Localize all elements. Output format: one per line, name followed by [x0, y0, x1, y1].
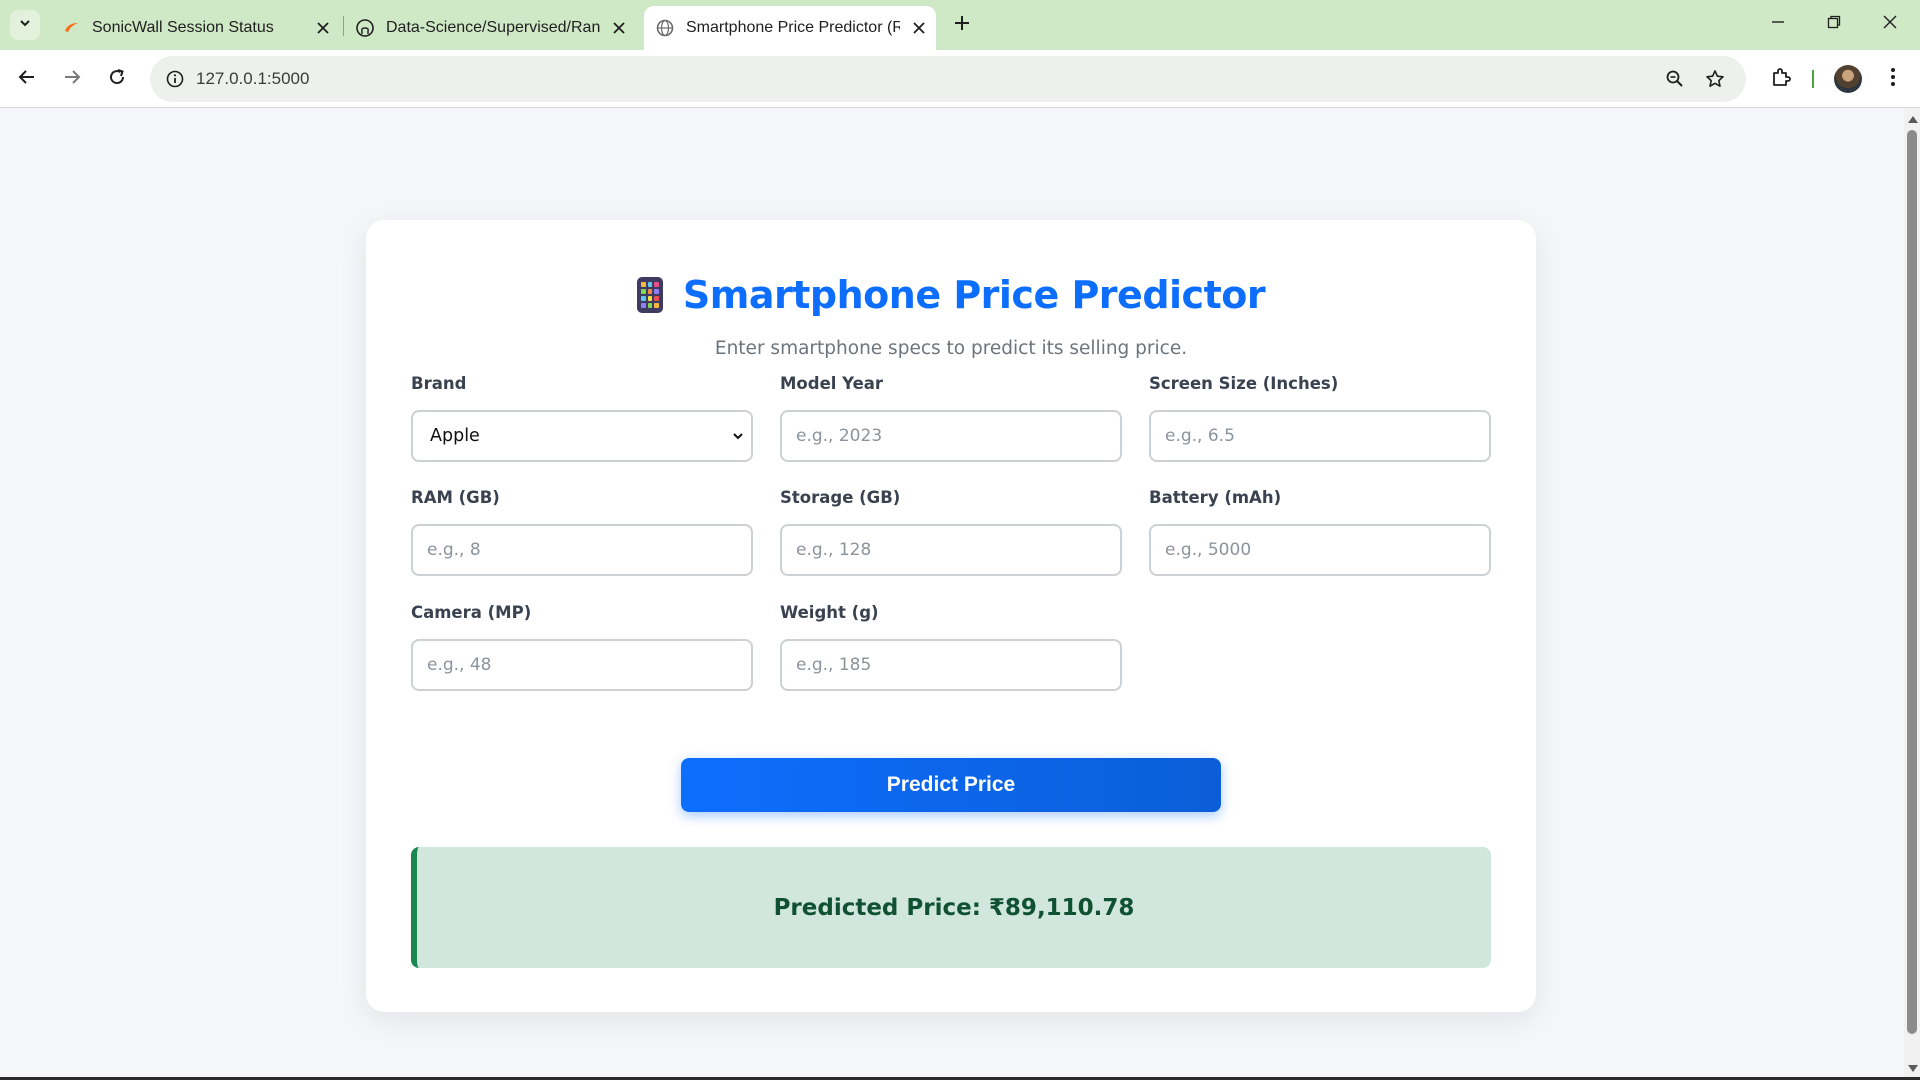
reload-button[interactable] [102, 64, 132, 94]
brand-field: Brand Apple [411, 374, 753, 462]
url-text[interactable]: 127.0.0.1:5000 [196, 69, 309, 89]
globe-icon [656, 19, 674, 37]
puzzle-icon [1770, 66, 1792, 93]
profile-avatar[interactable] [1834, 65, 1862, 93]
restore-icon [1827, 15, 1841, 34]
ram-field: RAM (GB) [411, 488, 753, 576]
browser-toolbar: 127.0.0.1:5000 [0, 50, 1920, 108]
tab-github[interactable]: Data-Science/Supervised/Rand… [356, 6, 630, 50]
back-button[interactable] [12, 64, 42, 94]
weight-field: Weight (g) [780, 603, 1122, 691]
camera-input[interactable] [413, 641, 751, 689]
menu-button[interactable] [1878, 64, 1908, 94]
tab-title: SonicWall Session Status [92, 19, 274, 36]
tab-title: Smartphone Price Predictor (Ri… [686, 19, 900, 36]
page-subtitle: Enter smartphone specs to predict its se… [714, 338, 1188, 359]
battery-label: Battery (mAh) [1149, 488, 1282, 507]
battery-input[interactable] [1151, 526, 1489, 574]
tab-separator [343, 16, 344, 36]
model-year-field: Model Year [780, 374, 1122, 462]
mobile-phone-icon [636, 277, 663, 313]
minimize-icon [1771, 15, 1785, 34]
arrow-left-icon [18, 68, 36, 91]
arrow-right-icon [63, 68, 81, 91]
screen-size-label: Screen Size (Inches) [1149, 374, 1339, 393]
camera-field: Camera (MP) [411, 603, 753, 691]
address-bar[interactable]: 127.0.0.1:5000 [150, 56, 1746, 102]
storage-label: Storage (GB) [780, 488, 901, 507]
brand-select[interactable]: Apple [411, 410, 753, 462]
tab-smartphone-predictor[interactable]: Smartphone Price Predictor (Ri… [644, 6, 936, 50]
predicted-price-text: Predicted Price: ₹89,110.78 [773, 894, 1135, 921]
scroll-thumb[interactable] [1907, 130, 1917, 1034]
toolbar-divider [1812, 70, 1814, 88]
tab-title: Data-Science/Supervised/Rand… [386, 19, 600, 36]
sonicwall-icon [62, 19, 80, 37]
close-icon [1883, 15, 1897, 34]
vertical-scrollbar[interactable] [1904, 108, 1920, 1078]
minimize-button[interactable] [1760, 8, 1796, 40]
storage-input[interactable] [782, 526, 1120, 574]
storage-field: Storage (GB) [780, 488, 1122, 576]
camera-label: Camera (MP) [411, 603, 532, 622]
ram-input[interactable] [413, 526, 751, 574]
brand-selected-value: Apple [430, 426, 480, 446]
zoom-icon[interactable] [1660, 64, 1690, 94]
tab-strip: SonicWall Session Status Data-Science/Su… [0, 0, 1920, 50]
reload-icon [108, 68, 126, 91]
ram-label: RAM (GB) [411, 488, 500, 507]
predict-price-button[interactable]: Predict Price [681, 758, 1221, 812]
close-window-button[interactable] [1872, 8, 1908, 40]
model-year-label: Model Year [780, 374, 884, 393]
extensions-button[interactable] [1766, 64, 1796, 94]
info-icon[interactable] [160, 64, 190, 94]
forward-button[interactable] [57, 64, 87, 94]
close-icon[interactable] [608, 17, 630, 39]
weight-label: Weight (g) [780, 603, 879, 622]
chevron-down-icon [18, 16, 32, 35]
github-icon [356, 19, 374, 37]
weight-input[interactable] [782, 641, 1120, 689]
predictor-card: Smartphone Price Predictor Enter smartph… [366, 220, 1536, 1012]
battery-field: Battery (mAh) [1149, 488, 1491, 576]
brand-label: Brand [411, 374, 467, 393]
model-year-input[interactable] [782, 412, 1120, 460]
restore-button[interactable] [1816, 8, 1852, 40]
plus-icon [954, 15, 970, 36]
close-icon[interactable] [312, 17, 334, 39]
star-icon[interactable] [1700, 64, 1730, 94]
screen-size-field: Screen Size (Inches) [1149, 374, 1491, 462]
tab-sonicwall[interactable]: SonicWall Session Status [56, 6, 334, 50]
page-title: Smartphone Price Predictor [682, 273, 1266, 317]
scroll-down-arrow[interactable] [1908, 1065, 1918, 1072]
close-icon[interactable] [908, 17, 930, 39]
new-tab-button[interactable] [948, 11, 976, 39]
scroll-up-arrow[interactable] [1908, 116, 1918, 123]
chevron-down-icon [731, 429, 745, 443]
page-heading: Smartphone Price Predictor [366, 268, 1536, 322]
prediction-result: Predicted Price: ₹89,110.78 [411, 847, 1491, 968]
tab-search-button[interactable] [10, 10, 40, 40]
screen-size-input[interactable] [1151, 412, 1489, 460]
more-vert-icon [1890, 67, 1896, 92]
